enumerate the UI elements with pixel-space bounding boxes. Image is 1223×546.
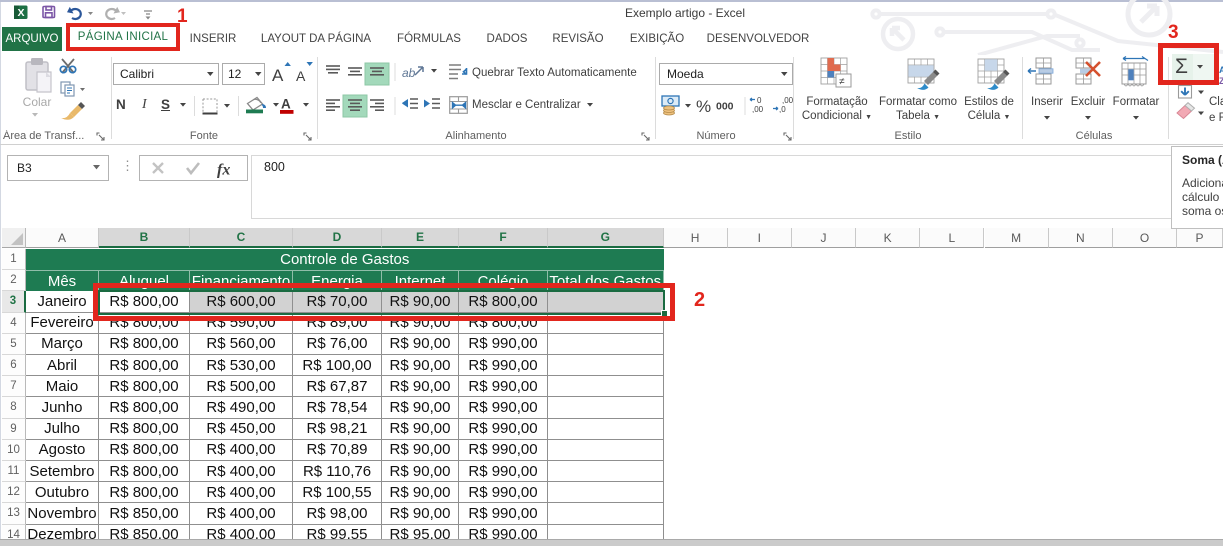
svg-text:X: X xyxy=(17,7,24,19)
svg-text:fx: fx xyxy=(217,162,230,179)
svg-text:0: 0 xyxy=(757,96,762,105)
svg-text:≠: ≠ xyxy=(839,77,845,88)
svg-text:A: A xyxy=(296,68,306,84)
svg-text:Z: Z xyxy=(1219,76,1223,86)
svg-text:A: A xyxy=(272,66,284,85)
svg-text:A: A xyxy=(281,97,291,112)
svg-text:%: % xyxy=(696,97,711,116)
svg-text:A: A xyxy=(1219,65,1223,75)
svg-text:ab: ab xyxy=(402,66,416,80)
svg-text:,00: ,00 xyxy=(752,105,764,114)
svg-text:000: 000 xyxy=(716,101,734,113)
